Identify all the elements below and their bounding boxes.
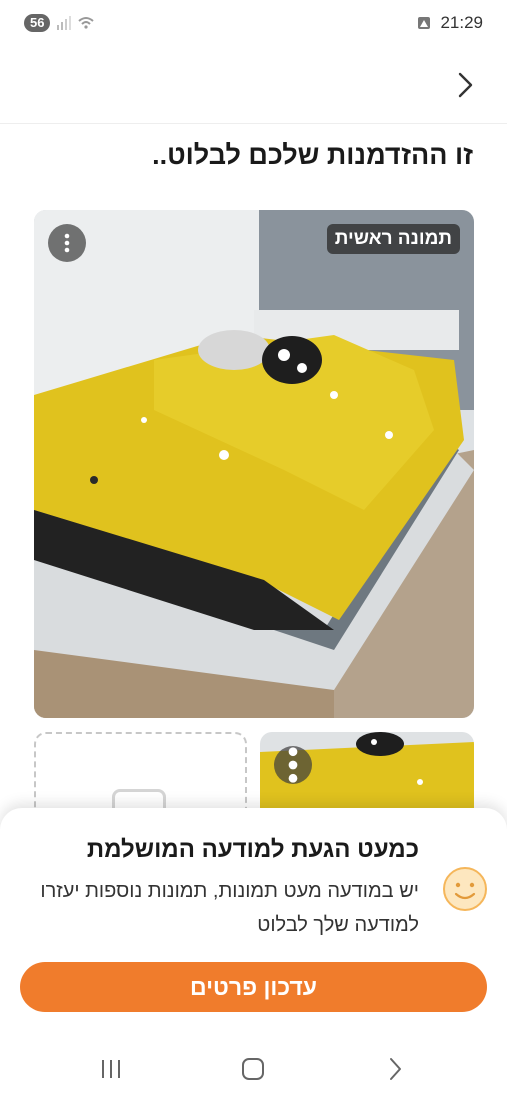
more-vertical-icon [64, 233, 70, 253]
signal-icon [57, 16, 72, 30]
chevron-right-icon[interactable] [450, 70, 480, 100]
status-bar: 56 21:29 [0, 0, 507, 50]
sheet-title: כמעט הגעת למודעה המושלמת [86, 836, 419, 863]
system-nav-bar [0, 1040, 507, 1100]
main-photo-badge: תמונה ראשית [326, 224, 460, 254]
battery-saver-icon [418, 17, 431, 29]
home-icon[interactable] [238, 1054, 268, 1084]
notification-count-badge: 56 [24, 14, 51, 32]
page-title: זו ההזדמנות שלכם לבלוט.. [152, 140, 473, 170]
status-left: 56 [24, 14, 95, 32]
clock: 21:29 [440, 13, 483, 32]
more-vertical-icon [288, 747, 298, 783]
back-icon[interactable] [380, 1054, 410, 1084]
smiley-icon [443, 867, 487, 911]
recent-apps-icon[interactable] [96, 1054, 126, 1084]
status-right: 21:29 [416, 13, 483, 33]
bed-photo-image [34, 210, 474, 718]
sheet-body: יש במודעה מעט תמונות, תמונות נוספות יעזר… [40, 880, 419, 936]
wifi-icon [78, 17, 95, 29]
update-details-button[interactable]: עדכון פרטים [20, 962, 487, 1012]
thumbnail-menu-button[interactable] [274, 746, 312, 784]
app-header [0, 50, 507, 124]
main-photo[interactable]: תמונה ראשית [34, 210, 474, 718]
photo-menu-button[interactable] [48, 224, 86, 262]
